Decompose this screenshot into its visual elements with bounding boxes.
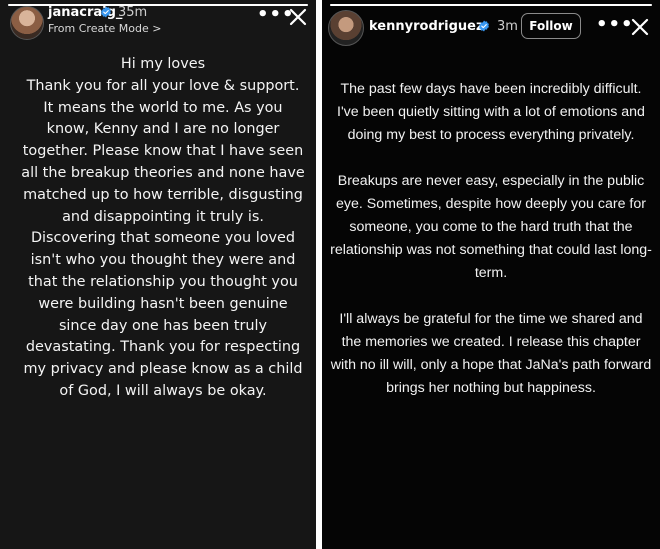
more-options-icon[interactable]: ••• bbox=[596, 16, 634, 34]
verified-badge-icon bbox=[101, 6, 111, 18]
avatar[interactable] bbox=[10, 6, 44, 40]
story-message: Hi my loves Thank you for all your love … bbox=[21, 56, 305, 399]
timestamp: 35m bbox=[118, 5, 148, 20]
story-janacraig: janacraig_ 35m From Create Mode > ••• Hi… bbox=[0, 0, 316, 549]
timestamp: 3m bbox=[497, 19, 518, 34]
message-paragraph: The past few days have been incredibly d… bbox=[337, 81, 645, 143]
story-header: kennyrodriguez 3m Follow ••• bbox=[322, 0, 660, 46]
follow-button[interactable]: Follow bbox=[521, 13, 581, 39]
verified-badge-icon bbox=[479, 20, 489, 32]
message-paragraph: I'll always be grateful for the time we … bbox=[330, 311, 652, 396]
close-icon[interactable] bbox=[288, 7, 308, 27]
create-mode-link[interactable]: From Create Mode > bbox=[48, 22, 161, 35]
avatar[interactable] bbox=[328, 10, 364, 46]
close-icon[interactable] bbox=[630, 17, 650, 37]
story-header: janacraig_ 35m From Create Mode > ••• bbox=[0, 0, 316, 42]
username[interactable]: kennyrodriguez bbox=[369, 19, 484, 34]
story-kennyrodriguez: kennyrodriguez 3m Follow ••• The past fe… bbox=[322, 0, 660, 549]
message-paragraph: Breakups are never easy, especially in t… bbox=[330, 173, 652, 281]
story-message: The past few days have been incredibly d… bbox=[330, 78, 652, 400]
